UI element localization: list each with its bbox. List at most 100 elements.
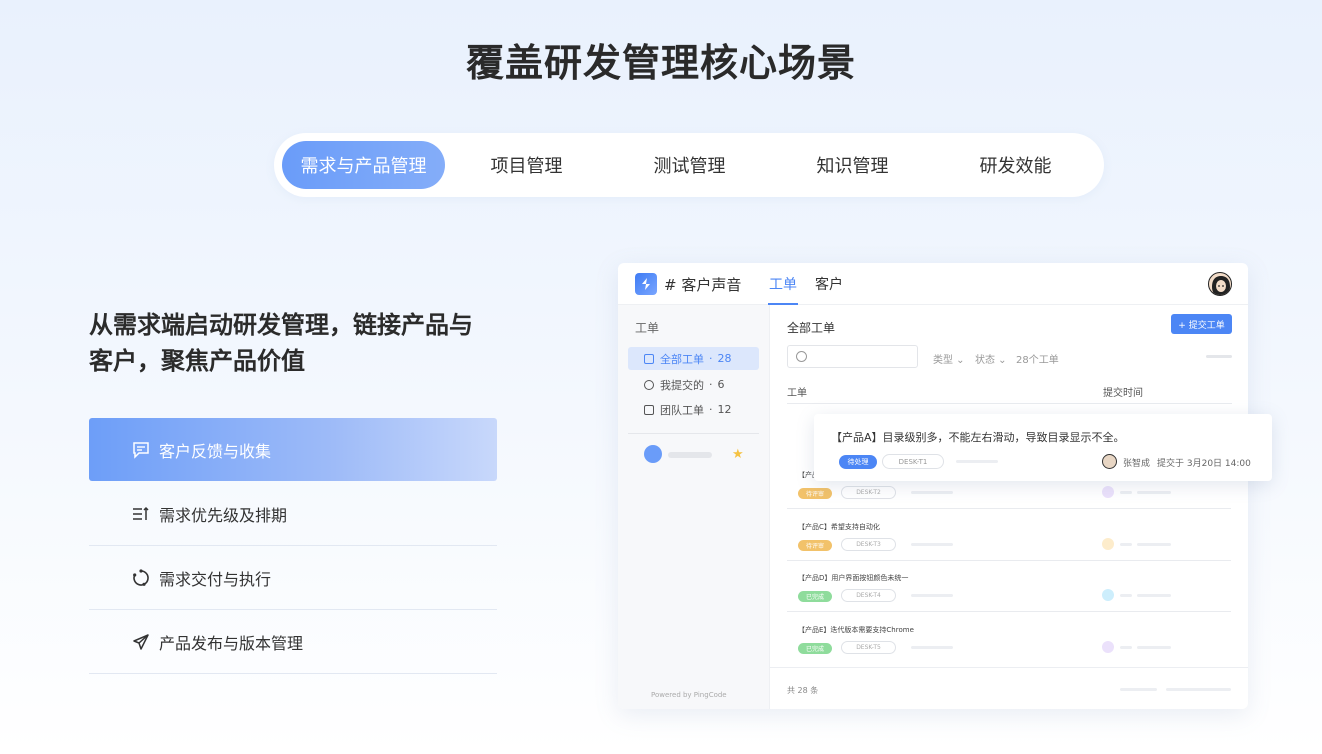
list-icon [644, 353, 654, 364]
submit-time: 提交于 3月20日 14:00 [1157, 459, 1251, 469]
app-header: # 客户声音 工单 客户 [618, 263, 1248, 305]
scenario-tabs: 需求与产品管理 项目管理 测试管理 知识管理 研发效能 [274, 133, 1104, 197]
search-icon [796, 351, 807, 362]
feature-release-version[interactable]: 产品发布与版本管理 [89, 610, 497, 674]
tab-customers[interactable]: 客户 [815, 274, 843, 294]
ticket-detail-popup[interactable]: 【产品A】目录级别多，不能左右滑动，导致目录显示不全。 待处理 DESK-T1 … [814, 414, 1272, 481]
row-placeholder [1120, 491, 1132, 494]
ticket-code: DESK-T4 [841, 589, 896, 602]
project-name-placeholder [668, 452, 712, 458]
row-placeholder [1137, 594, 1171, 597]
search-input[interactable] [787, 345, 918, 368]
status-badge: 待处理 [839, 455, 877, 469]
row-placeholder [911, 646, 953, 649]
star-icon[interactable]: ★ [732, 447, 744, 462]
popup-placeholder [956, 460, 998, 463]
tab-devops-efficiency[interactable]: 研发效能 [934, 141, 1097, 189]
page-headline: 覆盖研发管理核心场景 [465, 41, 856, 85]
assignee-avatar [1102, 538, 1114, 550]
row-placeholder [911, 594, 953, 597]
section-title-line1: 从需求端启动研发管理，链接产品与 [89, 311, 473, 339]
status-badge: 待评审 [798, 488, 832, 499]
feature-priority-scheduling[interactable]: 需求优先级及排期 [89, 482, 497, 546]
submit-ticket-button[interactable]: + 提交工单 [1171, 314, 1232, 334]
send-icon [131, 632, 151, 652]
user-icon [644, 379, 654, 390]
app-sidebar: 工单 全部工单 · 28 我提交的 · 6 团队工单 · 12 ★ Powere… [618, 305, 770, 709]
dot-separator: · [709, 403, 713, 416]
column-header-time: 提交时间 [1103, 388, 1143, 399]
powered-by: Powered by PingCode [651, 691, 727, 699]
tab-tickets[interactable]: 工单 [769, 274, 797, 294]
assignee-avatar [1102, 589, 1114, 601]
tab-product-management[interactable]: 需求与产品管理 [282, 141, 445, 189]
row-placeholder [911, 491, 953, 494]
ticket-code: DESK-T3 [841, 538, 896, 551]
submitter-name: 张智成 [1123, 459, 1151, 469]
project-icon[interactable] [644, 445, 662, 463]
row-placeholder [1137, 543, 1171, 546]
ticket-title: 【产品E】迭代版本需要支持Chrome [798, 626, 914, 634]
sidebar-item-team-tickets[interactable]: 团队工单 · 12 [628, 398, 759, 421]
ticket-list-panel: 全部工单 + 提交工单 类型 ⌄ 状态 ⌄ 28个工单 工单 提交时间 【产品 … [770, 305, 1248, 709]
row-placeholder [1137, 491, 1171, 494]
sidebar-title: 工单 [635, 321, 660, 335]
sidebar-item-label: 团队工单 [660, 403, 704, 417]
app-name: # 客户声音 [664, 276, 742, 294]
feature-customer-feedback[interactable]: 客户反馈与收集 [89, 418, 497, 481]
ticket-title: 【产品D】用户界面按钮颜色未统一 [798, 574, 909, 582]
toolbar-placeholder [1206, 355, 1232, 358]
status-badge: 已完成 [798, 643, 832, 654]
list-footer: 共 28 条 [770, 667, 1248, 709]
app-preview-window: # 客户声音 工单 客户 工单 全部工单 · 28 我提交的 · 6 团队工单 … [618, 263, 1248, 709]
sidebar-item-count: 28 [717, 352, 732, 365]
column-header-ticket: 工单 [787, 388, 807, 399]
ticket-code: DESK-T5 [841, 641, 896, 654]
dot-separator: · [709, 352, 713, 365]
table-row[interactable]: 【产品E】迭代版本需要支持Chrome 已完成 DESK-T5 [787, 613, 1231, 664]
chat-icon [131, 440, 151, 460]
building-icon [644, 404, 654, 415]
row-placeholder [1120, 646, 1132, 649]
filter-status[interactable]: 状态 ⌄ [975, 351, 1007, 366]
row-placeholder [1120, 543, 1132, 546]
feature-delivery-execution[interactable]: 需求交付与执行 [89, 546, 497, 610]
assignee-avatar [1102, 641, 1114, 653]
user-avatar[interactable] [1208, 272, 1232, 296]
feature-label: 产品发布与版本管理 [159, 633, 304, 653]
header-divider [787, 403, 1232, 404]
sort-list-icon [131, 504, 151, 524]
sidebar-item-label: 全部工单 [660, 352, 704, 366]
sidebar-item-count: 6 [717, 378, 725, 391]
pagination-placeholder[interactable] [1166, 688, 1231, 691]
sidebar-item-all-tickets[interactable]: 全部工单 · 28 [628, 347, 759, 370]
tab-test-management[interactable]: 测试管理 [608, 141, 771, 189]
sidebar-divider [628, 433, 759, 434]
pagination-placeholder[interactable] [1120, 688, 1157, 691]
sidebar-item-label: 我提交的 [660, 378, 704, 392]
row-placeholder [911, 543, 953, 546]
tab-project-management[interactable]: 项目管理 [445, 141, 608, 189]
app-logo-icon [635, 273, 657, 295]
row-placeholder [1120, 594, 1132, 597]
ticket-code: DESK-T2 [841, 486, 896, 499]
feature-label: 需求优先级及排期 [159, 505, 288, 525]
dot-separator: · [709, 378, 713, 391]
panel-title: 全部工单 [787, 321, 836, 335]
table-row[interactable]: 【产品D】用户界面按钮颜色未统一 已完成 DESK-T4 [787, 561, 1231, 612]
ticket-code: DESK-T1 [882, 454, 944, 469]
assignee-avatar [1102, 486, 1114, 498]
status-badge: 已完成 [798, 591, 832, 602]
filter-type[interactable]: 类型 ⌄ [933, 351, 965, 366]
table-row[interactable]: 【产品C】希望支持自动化 待评审 DESK-T3 [787, 510, 1231, 561]
sidebar-item-my-submitted[interactable]: 我提交的 · 6 [628, 373, 759, 396]
feature-label: 客户反馈与收集 [159, 441, 272, 461]
section-title-line2: 客户，聚焦产品价值 [89, 347, 305, 375]
total-count: 共 28 条 [787, 686, 819, 695]
cycle-icon [131, 568, 151, 588]
ticket-title: 【产品C】希望支持自动化 [798, 523, 880, 531]
sidebar-item-count: 12 [717, 403, 732, 416]
ticket-count: 28个工单 [1016, 355, 1059, 366]
feature-label: 需求交付与执行 [159, 569, 272, 589]
tab-knowledge-management[interactable]: 知识管理 [771, 141, 934, 189]
